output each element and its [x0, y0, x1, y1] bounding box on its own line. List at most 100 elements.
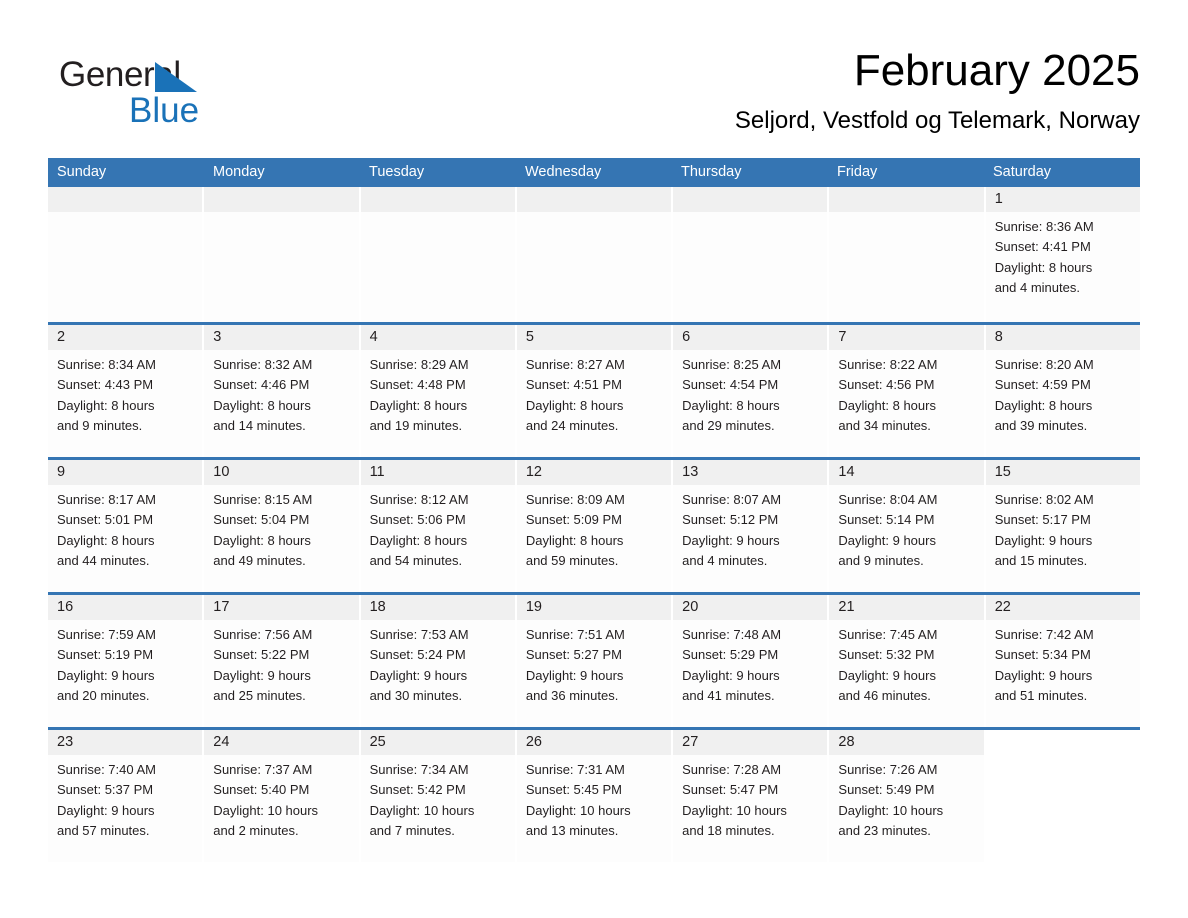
day-number: 6 — [673, 325, 828, 350]
calendar-day-cell[interactable]: 19 Sunrise: 7:51 AM Sunset: 5:27 PM Dayligh… — [516, 595, 672, 727]
daylight-text-line2: and 24 minutes. — [525, 417, 619, 433]
calendar-day-cell[interactable]: 2 Sunrise: 8:34 AM Sunset: 4:43 PM Daylight… — [48, 325, 203, 457]
sunset-text: Sunset: 5:22 PM — [213, 647, 310, 663]
sunrise-text: Sunrise: 8:04 AM — [838, 492, 938, 507]
sunrise-text: Sunrise: 8:29 AM — [369, 357, 469, 372]
day-number: 24 — [204, 730, 359, 755]
weekday-header-monday: Monday — [213, 164, 265, 180]
daylight-text-line2: and 49 minutes. — [213, 552, 306, 568]
calendar-day-cell[interactable]: 1 Sunrise: 8:36 AM Sunset: 4:41 PM Daylight… — [985, 187, 1140, 322]
daylight-text-line1: Daylight: 9 hours — [525, 667, 624, 683]
day-number: 13 — [673, 460, 828, 485]
day-number: 20 — [673, 595, 828, 620]
sunset-text: Sunset: 4:48 PM — [369, 377, 466, 393]
sunset-text: Sunset: 4:59 PM — [994, 377, 1091, 393]
calendar-day-cell[interactable]: 10 Sunrise: 8:15 AM Sunset: 5:04 PM Dayligh… — [204, 460, 359, 592]
daylight-text-line2: and 2 minutes. — [213, 822, 299, 838]
sunrise-text: Sunrise: 7:45 AM — [838, 627, 938, 642]
calendar-day-cell[interactable]: 14 Sunrise: 8:04 AM Sunset: 5:14 PM Dayligh… — [829, 460, 984, 592]
calendar-empty-cell — [673, 187, 828, 322]
calendar-page: General Blue February 2025 Seljord, Vest… — [0, 0, 1188, 918]
weekday-header-saturday: Saturday — [993, 164, 1052, 180]
calendar-day-cell[interactable]: 22 Sunrise: 7:42 AM Sunset: 5:34 PM Dayligh… — [985, 595, 1140, 727]
daylight-text-line1: Daylight: 10 hours — [213, 802, 319, 818]
calendar-day-cell[interactable]: 21 Sunrise: 7:45 AM Sunset: 5:32 PM Dayligh… — [829, 595, 984, 727]
daylight-text-line2: and 7 minutes. — [369, 822, 455, 838]
daylight-text-line2: and 20 minutes. — [57, 687, 150, 703]
calendar-day-cell[interactable]: 25 Sunrise: 7:34 AM Sunset: 5:42 PM Dayligh… — [360, 730, 515, 862]
day-sun-info: Sunrise: 8:25 AM Sunset: 4:54 PM Daylight:… — [673, 350, 827, 436]
calendar-day-cell[interactable]: 3 Sunrise: 8:32 AM Sunset: 4:46 PM Daylight… — [204, 325, 359, 457]
daylight-text-line2: and 44 minutes. — [57, 552, 150, 568]
day-sun-info: Sunrise: 8:20 AM Sunset: 4:59 PM Daylight:… — [986, 350, 1140, 436]
sunset-text: Sunset: 5:45 PM — [525, 782, 622, 798]
day-sun-info: Sunrise: 7:28 AM Sunset: 5:47 PM Daylight:… — [673, 755, 827, 841]
day-number: 12 — [516, 460, 672, 485]
sunrise-text: Sunrise: 8:12 AM — [369, 492, 469, 507]
daylight-text-line2: and 9 minutes. — [838, 552, 924, 568]
day-sun-info: Sunrise: 7:31 AM Sunset: 5:45 PM Daylight:… — [517, 755, 671, 841]
day-number: 25 — [360, 730, 515, 755]
daylight-text-line1: Daylight: 10 hours — [525, 802, 631, 818]
logo-line-general: General — [59, 55, 259, 95]
calendar-day-cell[interactable]: 6 Sunrise: 8:25 AM Sunset: 4:54 PM Daylight… — [673, 325, 828, 457]
logo-text-blue: Blue — [129, 91, 200, 130]
calendar-day-cell[interactable]: 16 Sunrise: 7:59 AM Sunset: 5:19 PM Dayligh… — [48, 595, 203, 727]
daylight-text-line1: Daylight: 8 hours — [369, 397, 468, 413]
sunrise-text: Sunrise: 7:56 AM — [213, 627, 313, 642]
daylight-text-line1: Daylight: 8 hours — [57, 532, 155, 548]
daylight-text-line1: Daylight: 10 hours — [369, 802, 475, 818]
calendar-day-cell[interactable]: 17 Sunrise: 7:56 AM Sunset: 5:22 PM Dayligh… — [204, 595, 359, 727]
day-number — [673, 187, 828, 212]
day-number — [360, 187, 515, 212]
calendar-day-cell[interactable]: 20 Sunrise: 7:48 AM Sunset: 5:29 PM Dayligh… — [673, 595, 828, 727]
sunrise-text: Sunrise: 7:26 AM — [838, 762, 938, 777]
day-sun-info: Sunrise: 8:09 AM Sunset: 5:09 PM Daylight:… — [517, 485, 671, 571]
calendar-day-cell[interactable]: 11 Sunrise: 8:12 AM Sunset: 5:06 PM Dayligh… — [360, 460, 515, 592]
calendar-day-cell[interactable]: 7 Sunrise: 8:22 AM Sunset: 4:56 PM Daylight… — [829, 325, 984, 457]
day-number — [516, 187, 672, 212]
generalblue-logo: General Blue — [59, 55, 259, 131]
sunset-text: Sunset: 4:46 PM — [213, 377, 310, 393]
day-sun-info: Sunrise: 8:34 AM Sunset: 4:43 PM Daylight:… — [48, 350, 202, 436]
calendar-day-cell[interactable]: 26 Sunrise: 7:31 AM Sunset: 5:45 PM Dayligh… — [516, 730, 672, 862]
daylight-text-line1: Daylight: 9 hours — [838, 532, 936, 548]
daylight-text-line1: Daylight: 10 hours — [838, 802, 944, 818]
daylight-text-line2: and 4 minutes. — [682, 552, 768, 568]
daylight-text-line2: and 18 minutes. — [682, 822, 775, 838]
daylight-text-line2: and 29 minutes. — [682, 417, 775, 433]
daylight-text-line1: Daylight: 9 hours — [994, 532, 1093, 548]
daylight-text-line2: and 9 minutes. — [57, 417, 143, 433]
daylight-text-line1: Daylight: 8 hours — [994, 259, 1093, 275]
daylight-text-line2: and 30 minutes. — [369, 687, 463, 703]
calendar-day-cell[interactable]: 24 Sunrise: 7:37 AM Sunset: 5:40 PM Dayligh… — [204, 730, 359, 862]
calendar-day-cell[interactable]: 12 Sunrise: 8:09 AM Sunset: 5:09 PM Dayligh… — [516, 460, 672, 592]
calendar-day-cell[interactable]: 5 Sunrise: 8:27 AM Sunset: 4:51 PM Daylight… — [516, 325, 672, 457]
calendar-day-cell[interactable]: 23 Sunrise: 7:40 AM Sunset: 5:37 PM Dayligh… — [48, 730, 203, 862]
sunset-text: Sunset: 5:17 PM — [994, 512, 1091, 528]
day-number: 19 — [516, 595, 672, 620]
day-number: 10 — [204, 460, 359, 485]
daylight-text-line2: and 25 minutes. — [213, 687, 306, 703]
day-number: 18 — [360, 595, 515, 620]
sunset-text: Sunset: 5:01 PM — [57, 512, 154, 528]
calendar-day-cell[interactable]: 4 Sunrise: 8:29 AM Sunset: 4:48 PM Daylight… — [360, 325, 515, 457]
daylight-text-line1: Daylight: 9 hours — [838, 667, 936, 683]
calendar-day-cell[interactable]: 27 Sunrise: 7:28 AM Sunset: 5:47 PM Dayligh… — [673, 730, 828, 862]
calendar-day-cell[interactable]: 18 Sunrise: 7:53 AM Sunset: 5:24 PM Dayligh… — [360, 595, 515, 727]
calendar-day-cell[interactable]: 9 Sunrise: 8:17 AM Sunset: 5:01 PM Daylight… — [48, 460, 203, 592]
calendar-day-cell[interactable]: 13 Sunrise: 8:07 AM Sunset: 5:12 PM Dayligh… — [673, 460, 828, 592]
day-sun-info: Sunrise: 8:15 AM Sunset: 5:04 PM Daylight:… — [204, 485, 358, 571]
sunset-text: Sunset: 5:19 PM — [57, 647, 154, 663]
day-sun-info: Sunrise: 7:42 AM Sunset: 5:34 PM Daylight:… — [986, 620, 1140, 706]
calendar-day-cell[interactable]: 8 Sunrise: 8:20 AM Sunset: 4:59 PM Daylight… — [985, 325, 1140, 457]
day-number: 2 — [48, 325, 203, 350]
calendar-day-cell[interactable]: 28 Sunrise: 7:26 AM Sunset: 5:49 PM Dayligh… — [829, 730, 984, 862]
calendar-week-row: 16 Sunrise: 7:59 AM Sunset: 5:19 PM Dayligh… — [48, 592, 1140, 727]
calendar-day-cell[interactable]: 15 Sunrise: 8:02 AM Sunset: 5:17 PM Dayligh… — [985, 460, 1140, 592]
calendar-empty-cell — [48, 187, 203, 322]
daylight-text-line2: and 34 minutes. — [838, 417, 931, 433]
day-sun-info: Sunrise: 8:36 AM Sunset: 4:41 PM Daylight:… — [986, 212, 1140, 298]
day-sun-info: Sunrise: 7:40 AM Sunset: 5:37 PM Daylight:… — [48, 755, 202, 841]
daylight-text-line2: and 36 minutes. — [525, 687, 619, 703]
